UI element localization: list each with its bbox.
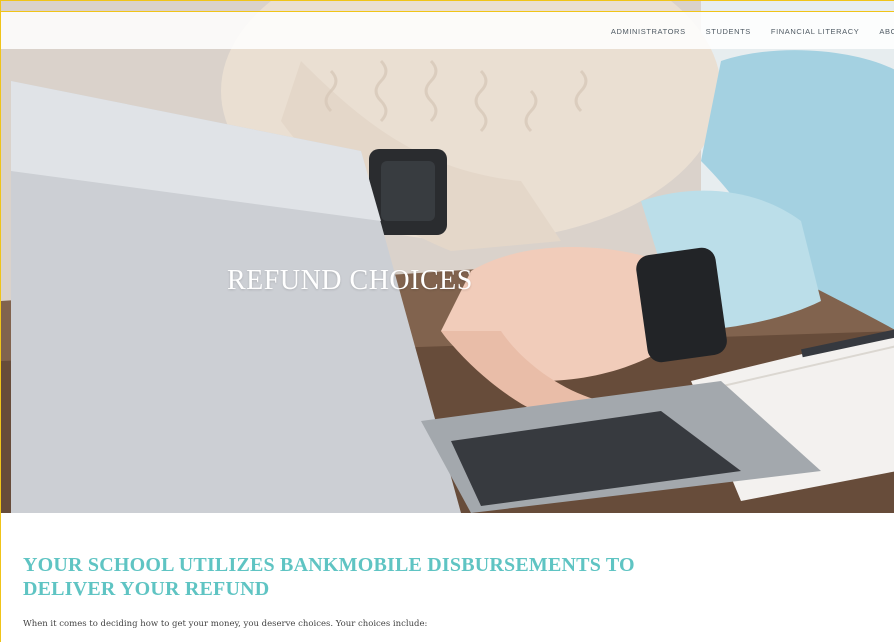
section-heading: YOUR SCHOOL UTILIZES BANKMOBILE DISBURSE… — [23, 553, 743, 601]
hero-banner: ADMINISTRATORS STUDENTS FINANCIAL LITERA… — [1, 1, 894, 513]
main-content: YOUR SCHOOL UTILIZES BANKMOBILE DISBURSE… — [23, 553, 743, 629]
section-heading-line-1: YOUR SCHOOL UTILIZES BANKMOBILE DISBURSE… — [23, 554, 635, 576]
nav-link-administrators[interactable]: ADMINISTRATORS — [611, 27, 686, 36]
nav-link-about[interactable]: ABO — [879, 27, 894, 36]
nav-link-financial-literacy[interactable]: FINANCIAL LITERACY — [771, 27, 859, 36]
main-nav: ADMINISTRATORS STUDENTS FINANCIAL LITERA… — [611, 12, 894, 50]
section-heading-line-2: DELIVER YOUR REFUND — [23, 578, 270, 600]
hero-title: REFUND CHOICES — [227, 265, 473, 296]
hero-photo — [1, 1, 894, 513]
intro-text: When it comes to deciding how to get you… — [23, 619, 428, 629]
page-frame: ADMINISTRATORS STUDENTS FINANCIAL LITERA… — [0, 0, 894, 642]
top-navigation-bar: ADMINISTRATORS STUDENTS FINANCIAL LITERA… — [1, 11, 894, 49]
nav-link-students[interactable]: STUDENTS — [706, 27, 751, 36]
